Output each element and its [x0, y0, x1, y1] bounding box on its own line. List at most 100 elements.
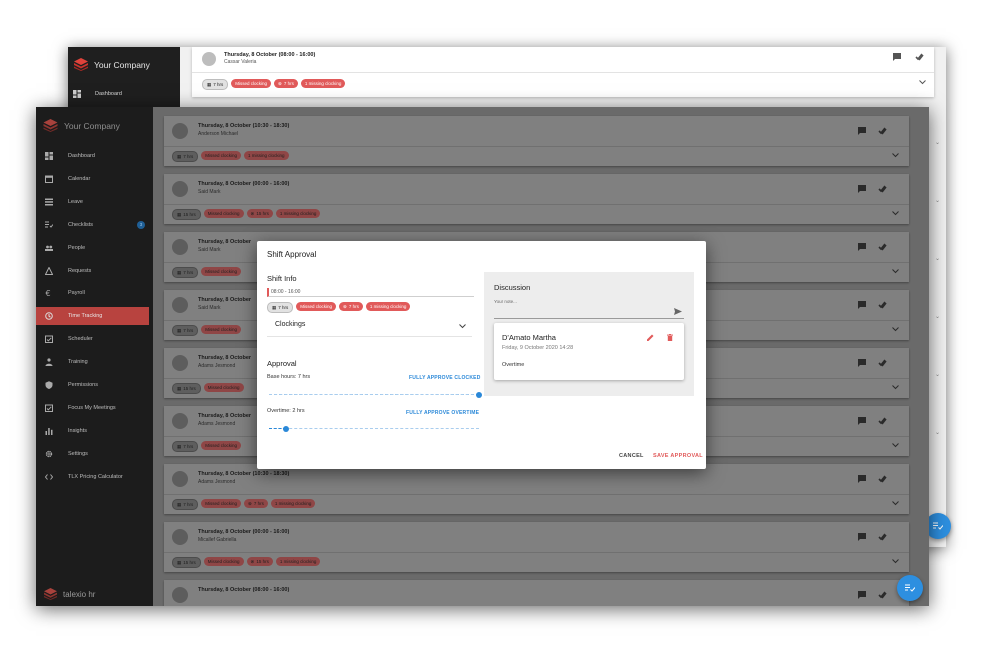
base-hours-slider[interactable]: [269, 392, 482, 398]
shift-title: Thursday, 8 October (10:30 - 18:30): [198, 471, 290, 477]
chevron-down-icon: ⌄: [934, 430, 940, 436]
sidebar-item-tlx-pricing-calculator[interactable]: TLX Pricing Calculator: [36, 468, 149, 486]
shift-chips: ▦ 7 hrs Missed clocking 1 missing clocking: [172, 151, 289, 162]
shift-title: Thursday, 8 October (00:00 - 16:00): [198, 181, 290, 187]
clockings-expander[interactable]: Clockings: [267, 316, 472, 337]
base-slider-thumb[interactable]: [476, 392, 482, 398]
edit-icon[interactable]: [647, 334, 654, 341]
sidebar-item-insights[interactable]: Insights: [36, 422, 149, 440]
chevron-down-icon[interactable]: [892, 559, 899, 564]
back-logo: Your Company: [74, 58, 150, 71]
shift-title: Thursday, 8 October: [198, 355, 252, 361]
sidebar-item-leave[interactable]: Leave: [36, 193, 149, 211]
sidebar-item-settings[interactable]: Settings: [36, 445, 149, 463]
comment-icon[interactable]: [893, 53, 901, 61]
sidebar-item-permissions[interactable]: Permissions: [36, 376, 149, 394]
approve-icon[interactable]: [878, 301, 887, 309]
sidebar-item-label: Requests: [68, 267, 92, 274]
comment-icon[interactable]: [858, 301, 866, 309]
comment-icon[interactable]: [858, 533, 866, 541]
approve-icon[interactable]: [878, 533, 887, 541]
shift-actions: [858, 301, 887, 309]
comment-icon[interactable]: [858, 475, 866, 483]
approve-overtime-button[interactable]: FULLY APPROVE OVERTIME: [406, 410, 479, 416]
shift-chips: ▦ 15 hrs Missed clocking ⊗ 15 hrs 1 missing…: [172, 557, 321, 568]
approval-heading: Approval: [267, 359, 297, 368]
chevron-down-icon: [459, 324, 466, 329]
clock-hours-chip: ⊗ 15 hrs: [246, 209, 273, 218]
shift-title: Thursday, 8 October (00:00 - 16:00): [198, 529, 290, 535]
approve-icon[interactable]: [915, 53, 924, 61]
missing-chip: 1 missing clocking: [244, 151, 289, 160]
shift-card[interactable]: Thursday, 8 October (00:00 - 16:00) Mical…: [164, 522, 909, 572]
overtime-slider-thumb[interactable]: [282, 426, 289, 432]
back-peek-rows: ⌄ ⌄ ⌄ ⌄ ⌄ ⌄: [926, 97, 946, 547]
chevron-down-icon[interactable]: [892, 211, 899, 216]
comment-icon[interactable]: [858, 185, 866, 193]
comment-icon[interactable]: [858, 127, 866, 135]
sidebar-item-label: Checklists: [68, 221, 94, 228]
back-nav-dashboard[interactable]: Dashboard: [73, 90, 122, 98]
employee-name: Said Mark: [198, 247, 221, 253]
chevron-down-icon[interactable]: [919, 80, 926, 85]
calendar-icon: [44, 174, 54, 184]
shift-card[interactable]: Thursday, 8 October (10:30 - 18:30) Ander…: [164, 116, 909, 166]
delete-icon[interactable]: [667, 334, 673, 341]
chevron-down-icon[interactable]: [892, 501, 899, 506]
approve-icon[interactable]: [878, 417, 887, 425]
chevron-down-icon[interactable]: [892, 153, 899, 158]
hours-chip: ▦ 7 hrs: [202, 79, 229, 90]
note-input[interactable]: Your note...: [494, 297, 684, 319]
avatar: [172, 471, 188, 487]
sidebar-item-time-tracking[interactable]: Time Tracking: [36, 307, 149, 326]
comment-icon[interactable]: [858, 243, 866, 251]
shield-icon: [44, 380, 54, 390]
note-placeholder: Your note...: [494, 299, 517, 304]
comment-icon[interactable]: [858, 359, 866, 367]
back-shift-card[interactable]: Thursday, 8 October (08:00 - 16:00) Cass…: [192, 47, 934, 97]
shift-card[interactable]: Thursday, 8 October (00:00 - 16:00) Said …: [164, 174, 909, 224]
company-logo-icon: [43, 119, 58, 132]
fab-button[interactable]: [897, 575, 923, 601]
sidebar-item-label: TLX Pricing Calculator: [68, 473, 123, 480]
approve-icon[interactable]: [878, 127, 887, 135]
sidebar-item-people[interactable]: People: [36, 239, 149, 257]
hours-chip: ▦ 7 hrs: [172, 499, 199, 510]
missed-chip: Missed clocking: [201, 267, 242, 276]
sidebar-item-training[interactable]: Training: [36, 353, 149, 371]
shift-info-chips: ▦ 7 hrs Missed clocking ⊗ 7 hrs 1 missin…: [267, 302, 411, 313]
approve-icon[interactable]: [878, 243, 887, 251]
approve-clocked-button[interactable]: FULLY APPROVE CLOCKED: [409, 375, 481, 381]
chevron-down-icon[interactable]: [892, 443, 899, 448]
dialog-title: Shift Approval: [267, 250, 317, 259]
sidebar-item-focus-my-meetings[interactable]: Focus My Meetings: [36, 399, 149, 417]
svg-text:€: €: [46, 289, 51, 297]
comment-icon[interactable]: [858, 417, 866, 425]
shift-card[interactable]: Thursday, 8 October (10:30 - 18:30) Adams…: [164, 464, 909, 514]
shift-actions: [858, 417, 887, 425]
sidebar-item-dashboard[interactable]: Dashboard: [36, 147, 149, 165]
hours-chip: ▦ 15 hrs: [172, 557, 201, 568]
sidebar-item-calendar[interactable]: Calendar: [36, 170, 149, 188]
approve-icon[interactable]: [878, 591, 887, 599]
shift-card[interactable]: Thursday, 8 October (08:00 - 16:00): [164, 580, 909, 606]
shift-chips: ▦ 7 hrs Missed clocking: [172, 325, 242, 336]
send-icon[interactable]: [674, 308, 682, 315]
overtime-slider[interactable]: [269, 426, 479, 432]
save-approval-button[interactable]: SAVE APPROVAL: [653, 453, 703, 459]
cancel-button[interactable]: CANCEL: [619, 453, 644, 459]
requests-icon: [44, 266, 54, 276]
sidebar-item-checklists[interactable]: Checklists 3: [36, 216, 149, 234]
chevron-down-icon[interactable]: [892, 269, 899, 274]
comment-icon[interactable]: [858, 591, 866, 599]
chevron-down-icon[interactable]: [892, 385, 899, 390]
chevron-down-icon[interactable]: [892, 327, 899, 332]
sidebar-item-scheduler[interactable]: Scheduler: [36, 330, 149, 348]
sidebar-item-payroll[interactable]: € Payroll: [36, 284, 149, 302]
back-card-chips: ▦ 7 hrs Missed clocking ⊗ 7 hrs 1 missin…: [202, 79, 346, 90]
sidebar-item-requests[interactable]: Requests: [36, 262, 149, 280]
approve-icon[interactable]: [878, 475, 887, 483]
approve-icon[interactable]: [878, 359, 887, 367]
shift-chips: ▦ 7 hrs Missed clocking ⊗ 7 hrs 1 missing c…: [172, 499, 316, 510]
approve-icon[interactable]: [878, 185, 887, 193]
